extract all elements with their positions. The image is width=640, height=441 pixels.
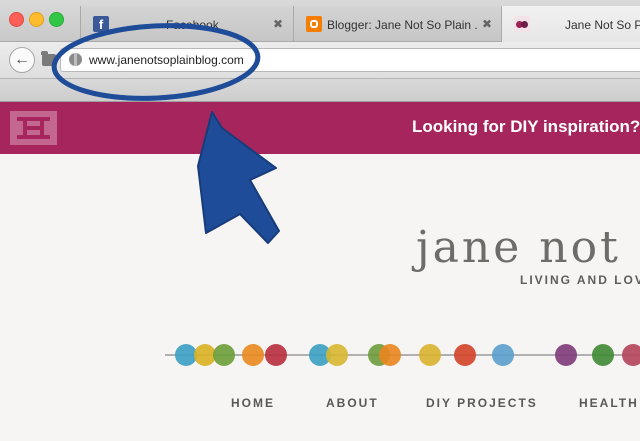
- close-window-button[interactable]: [9, 12, 24, 27]
- garland-dot: [175, 344, 197, 366]
- garland-dot: [555, 344, 577, 366]
- folder-icon[interactable]: [41, 51, 56, 66]
- bookmarks-bar: [0, 79, 640, 102]
- minimize-window-button[interactable]: [29, 12, 44, 27]
- site-banner: Looking for DIY inspiration?: [0, 102, 640, 154]
- blog-tagline: LIVING AND LOV: [520, 273, 640, 287]
- address-bar: ← www.janenotsoplainblog.com: [0, 42, 640, 79]
- nav-about[interactable]: ABOUT: [326, 396, 379, 410]
- jane-not-so-plain-icon: [514, 16, 530, 32]
- garland-dot: [194, 344, 216, 366]
- hometalk-logo-icon[interactable]: [10, 111, 57, 145]
- facebook-icon: f: [93, 16, 109, 32]
- main-nav: HOME ABOUT DIY PROJECTS HEALTH &: [0, 396, 640, 416]
- banner-text[interactable]: Looking for DIY inspiration?: [412, 117, 640, 137]
- nav-health[interactable]: HEALTH &: [579, 396, 640, 410]
- garland-dot: [454, 344, 476, 366]
- garland-dot: [492, 344, 514, 366]
- close-tab-icon[interactable]: ✖: [482, 17, 492, 31]
- tab-title: Facebook: [166, 18, 219, 32]
- url-text[interactable]: www.janenotsoplainblog.com: [89, 53, 244, 67]
- back-button[interactable]: ←: [9, 47, 35, 73]
- nav-diy-projects[interactable]: DIY PROJECTS: [426, 396, 538, 410]
- tab-title: Blogger: Jane Not So Plain ...: [327, 18, 477, 32]
- garland-dot: [379, 344, 401, 366]
- garland-dot: [592, 344, 614, 366]
- nav-home[interactable]: HOME: [231, 396, 275, 410]
- garland-dot: [242, 344, 264, 366]
- garland-dot: [326, 344, 348, 366]
- blog-title[interactable]: jane not: [416, 222, 621, 273]
- tab-blogger[interactable]: Blogger: Jane Not So Plain ... ✖: [293, 6, 501, 41]
- tab-jane-not-so-plain[interactable]: Jane Not So Pl: [501, 6, 640, 42]
- garland-dot: [265, 344, 287, 366]
- garland-dot: [213, 344, 235, 366]
- tab-facebook[interactable]: f Facebook ✖: [80, 6, 293, 41]
- garland-dot: [622, 344, 640, 366]
- dot-garland-decoration: [165, 344, 640, 366]
- tab-title: Jane Not So Pl: [565, 18, 640, 32]
- globe-icon: [69, 53, 82, 66]
- url-input[interactable]: www.janenotsoplainblog.com: [60, 48, 640, 72]
- blogger-icon: [306, 16, 322, 32]
- tab-bar: f Facebook ✖ Blogger: Jane Not So Plain …: [0, 0, 640, 42]
- garland-dot: [419, 344, 441, 366]
- close-tab-icon[interactable]: ✖: [273, 17, 283, 31]
- zoom-window-button[interactable]: [49, 12, 64, 27]
